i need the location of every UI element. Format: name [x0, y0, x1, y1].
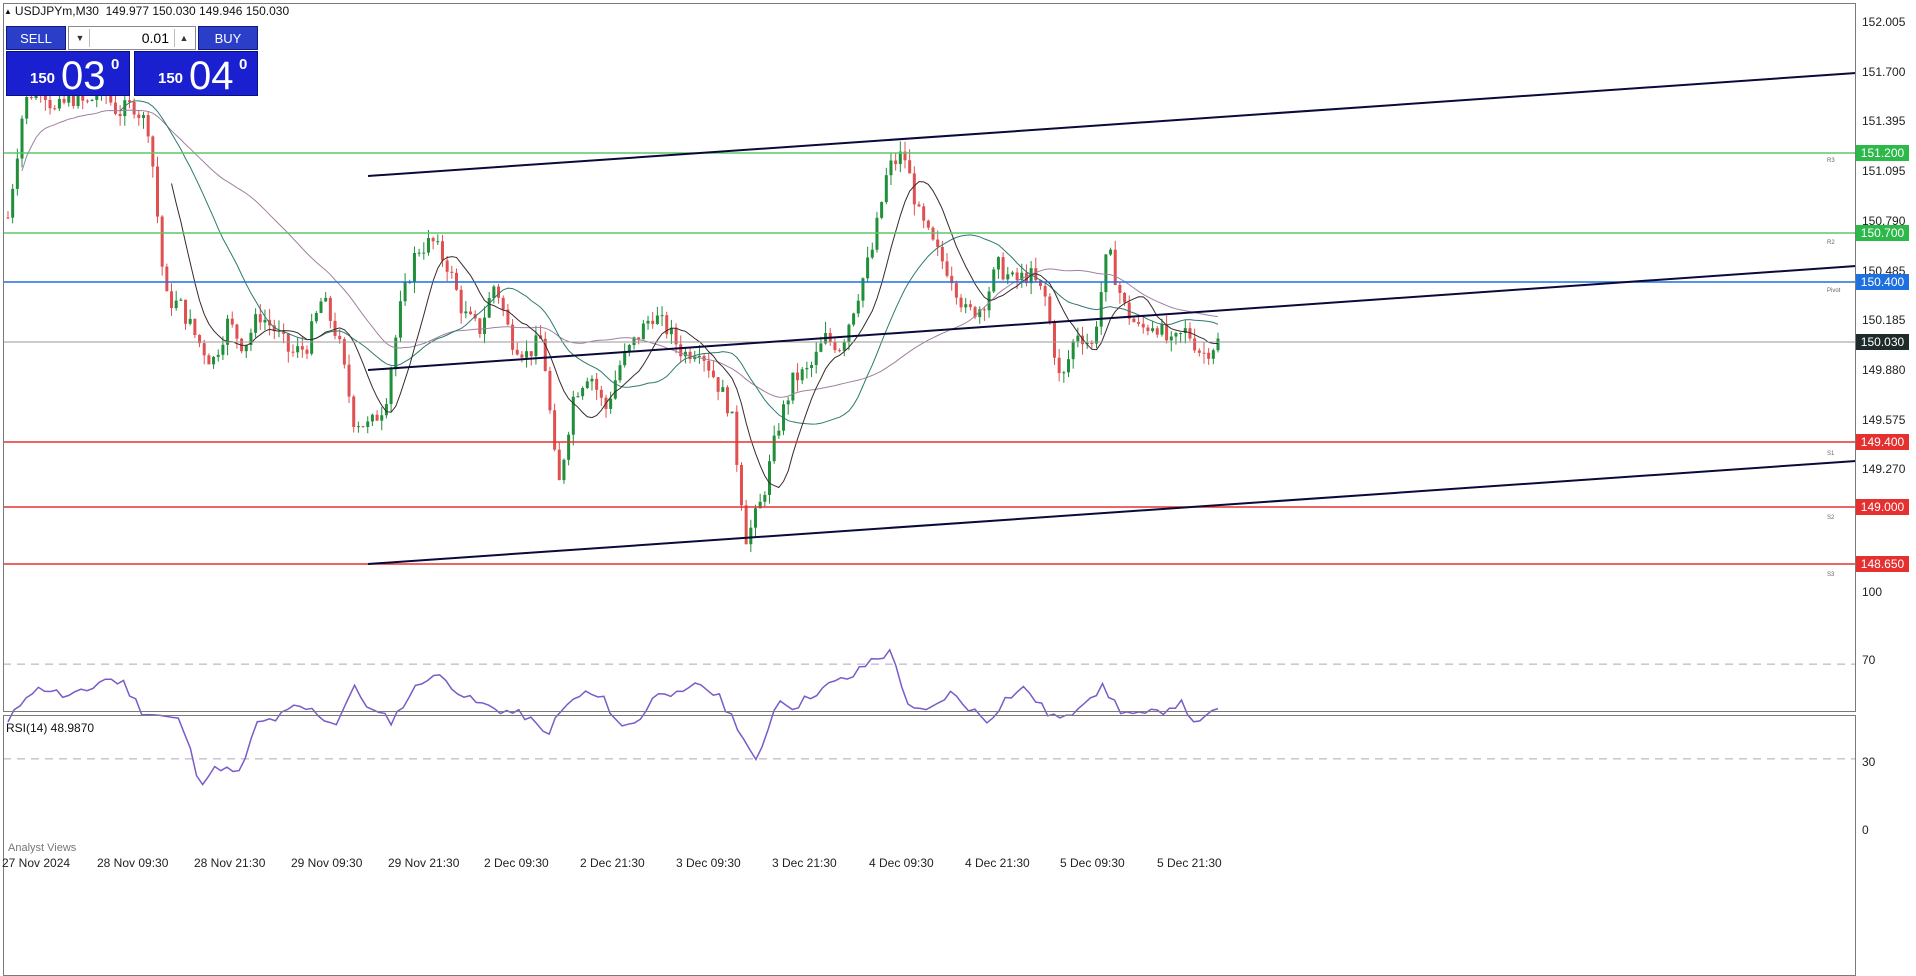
lot-increase-arrow-icon[interactable]: ▲	[174, 29, 193, 47]
price-axis-label: 150.185	[1862, 313, 1906, 327]
level-tag-text: 148.650	[1860, 557, 1905, 571]
analyst-views-tab[interactable]: Analyst Views	[8, 842, 76, 854]
price-axis-label: 152.005	[1862, 15, 1906, 29]
level-tag-current: 150.030	[1856, 334, 1909, 350]
rsi-axis-label: 30	[1862, 755, 1876, 769]
one-click-trading-panel: SELL ▼ ▲ BUY 150 03 0 150 04 0	[6, 26, 258, 98]
time-axis-label: 28 Nov 21:30	[194, 856, 266, 870]
pivot-label-pivot: Pivot	[1827, 288, 1841, 294]
level-tag-s1: 149.400	[1856, 434, 1909, 450]
level-tag-text: 149.400	[1860, 435, 1905, 449]
sell-price-main: 03	[61, 54, 106, 98]
rsi-indicator-area[interactable]	[3, 715, 1856, 976]
buy-price-button[interactable]: 150 04 0	[134, 51, 258, 98]
time-axis-label: 4 Dec 21:30	[965, 856, 1030, 870]
level-tag-text: 151.200	[1860, 146, 1905, 160]
time-axis-label: 29 Nov 21:30	[388, 856, 460, 870]
time-axis-label: 5 Dec 21:30	[1157, 856, 1222, 870]
pivot-label-r2: R2	[1827, 240, 1835, 246]
price-axis-label: 151.395	[1862, 114, 1906, 128]
buy-price-main: 04	[189, 54, 234, 98]
rsi-label: RSI(14) 48.9870	[6, 721, 95, 735]
symbol-header: ▲ USDJPYm,M30 149.977 150.030 149.946 150…	[4, 4, 289, 18]
time-axis-label: 3 Dec 09:30	[676, 856, 741, 870]
pivot-label-s3: S3	[1827, 572, 1835, 578]
lot-size-control: ▼ ▲	[68, 26, 196, 50]
time-axis-label: 2 Dec 09:30	[484, 856, 549, 870]
level-tag-pivot: 150.400	[1856, 274, 1909, 290]
pivot-label-r3: R3	[1827, 158, 1835, 164]
mt5-chart-window: ▲ USDJPYm,M30 149.977 150.030 149.946 150…	[0, 0, 1916, 976]
price-axis-label: 151.095	[1862, 164, 1906, 178]
time-axis-label: 3 Dec 21:30	[772, 856, 837, 870]
level-tag-r2: 150.700	[1856, 225, 1909, 241]
sell-price-button[interactable]: 150 03 0	[6, 51, 130, 98]
pivot-label-s1: S1	[1827, 451, 1835, 457]
price-axis-label: 149.270	[1862, 462, 1906, 476]
rsi-axis-label: 0	[1862, 823, 1869, 837]
buy-button[interactable]: BUY	[198, 26, 258, 50]
sell-price-big: 150	[30, 70, 56, 87]
sell-button[interactable]: SELL	[6, 26, 66, 50]
triangle-icon[interactable]: ▲	[4, 7, 12, 16]
sell-price-sup: 0	[111, 56, 120, 73]
price-axis-label: 149.575	[1862, 413, 1906, 427]
symbol-name: USDJPYm,M30	[14, 4, 99, 18]
price-axis-label: 149.880	[1862, 363, 1906, 377]
level-tag-text: 150.700	[1860, 226, 1905, 240]
lot-decrease-arrow-icon[interactable]: ▼	[71, 29, 90, 47]
level-tag-text: 149.000	[1860, 500, 1905, 514]
time-axis-label: 4 Dec 09:30	[869, 856, 934, 870]
price-axis-label: 151.700	[1862, 65, 1906, 79]
time-axis-label: 28 Nov 09:30	[97, 856, 169, 870]
rsi-axis-label: 100	[1862, 585, 1883, 599]
time-axis-label: 29 Nov 09:30	[291, 856, 363, 870]
lot-size-input[interactable]	[93, 29, 169, 47]
level-tag-s2: 149.000	[1856, 499, 1909, 515]
time-axis-label: 2 Dec 21:30	[580, 856, 645, 870]
pivot-label-s2: S2	[1827, 515, 1835, 521]
rsi-axis-label: 70	[1862, 653, 1876, 667]
price-chart-area[interactable]	[3, 3, 1856, 712]
level-tag-text: 150.400	[1860, 275, 1905, 289]
buy-price-sup: 0	[239, 56, 248, 73]
ohlc-values: 149.977 150.030 149.946 150.030	[105, 4, 290, 18]
time-axis-label: 27 Nov 2024	[2, 856, 71, 870]
time-axis-label: 5 Dec 09:30	[1060, 856, 1125, 870]
buy-price-big: 150	[158, 70, 184, 87]
level-tag-text: 150.030	[1860, 335, 1905, 349]
level-tag-s3: 148.650	[1856, 556, 1909, 572]
level-tag-r3: 151.200	[1856, 145, 1909, 161]
